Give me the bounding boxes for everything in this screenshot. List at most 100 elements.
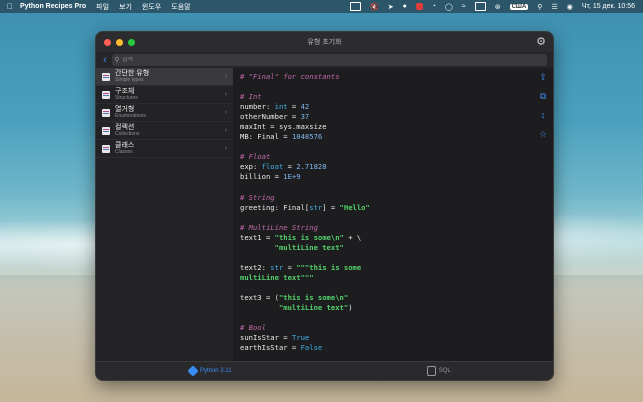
sidebar-item-collections[interactable]: 컬렉션 Collections › <box>96 122 233 140</box>
sidebar-item-structures[interactable]: 구조체 Structures › <box>96 86 233 104</box>
sidebar-item-title: 컬렉션 <box>115 124 135 131</box>
code-token: = <box>283 262 297 272</box>
vpn-icon[interactable]: ◯ <box>445 3 453 11</box>
favorite-star-icon[interactable]: ☆ <box>537 128 549 140</box>
code-line: text3 = ("this is some\n" <box>240 293 533 303</box>
code-line: # MultiLine String <box>240 223 533 233</box>
code-line: otherNumber = 37 <box>240 112 533 122</box>
code-line: # "Final" for constants <box>240 72 533 82</box>
code-line: # Float <box>240 152 533 162</box>
sidebar-item-subtitle: Classes <box>115 149 133 155</box>
sidebar-item-title: 구조체 <box>115 88 135 95</box>
search-icon: ⚲ <box>114 57 120 64</box>
chevron-right-icon: › <box>224 73 227 80</box>
code-line: # Int <box>240 92 533 102</box>
chevron-right-icon: › <box>224 91 227 98</box>
sidebar-item-text: 컬렉션 Collections <box>115 124 139 137</box>
search-row: ‹ ⚲ <box>96 52 553 68</box>
control-center-icon[interactable]: ☰ <box>551 3 557 11</box>
code-token: maxInt = sys.maxsize <box>240 122 327 132</box>
code-token: 2.71828 <box>296 162 327 172</box>
code-token: # Int <box>240 92 262 102</box>
sidebar-item-simple-types[interactable]: 간단한 유형 Simple types › <box>96 68 233 86</box>
sidebar-item-text: 클래스 Classes <box>115 142 134 155</box>
sidebar-item-text: 간단한 유형 Simple types <box>115 70 149 83</box>
telegram-icon[interactable]: ➤ <box>388 3 394 11</box>
search-box[interactable]: ⚲ <box>112 54 547 66</box>
siri-icon[interactable]: ◉ <box>567 3 573 11</box>
input-source-badge[interactable]: США <box>509 3 529 10</box>
code-token: int <box>274 102 288 112</box>
code-token: text1 = <box>240 232 275 242</box>
python-icon <box>187 365 199 377</box>
code-token: 1048576 <box>291 132 323 142</box>
code-token: "multiLine text" <box>278 303 349 313</box>
code-token: = <box>287 102 301 112</box>
bluetooth-icon[interactable]: ⊛ <box>495 3 501 11</box>
title-bar[interactable]: 유형 초기화 ⚙ <box>96 32 553 52</box>
code-token: greeting: Final[ <box>240 202 310 212</box>
tab-sql[interactable]: SQL <box>325 362 554 380</box>
code-token: sunIsStar = <box>240 333 292 343</box>
sidebar-item-title: 간단한 유형 <box>115 70 150 77</box>
app-menu[interactable]: Python Recipes Pro <box>20 3 86 10</box>
sidebar-item-classes[interactable]: 클래스 Classes › <box>96 140 233 158</box>
recipe-icon <box>102 144 110 153</box>
sidebar-item-subtitle: Simple types <box>115 77 144 83</box>
code-line: text2: str = """this is some <box>240 263 533 273</box>
code-token: # String <box>240 192 275 202</box>
code-line: text1 = "this is some\n" + \ <box>240 233 533 243</box>
menu-view[interactable]: 보기 <box>119 2 132 12</box>
battery-icon[interactable] <box>474 2 486 11</box>
code-line: greeting: Final[str] = "Hello" <box>240 203 533 213</box>
code-view[interactable]: # "Final" for constants # Int number: int … <box>233 68 533 362</box>
sidebar-item-text: 구조체 Structures <box>115 88 138 101</box>
status-circle-icon[interactable]: ● <box>403 3 407 10</box>
share-icon[interactable]: ⇧ <box>537 71 549 83</box>
code-token: number: <box>240 102 275 112</box>
apple-menu-icon[interactable]:  <box>0 2 20 11</box>
copy-icon[interactable]: ⧉ <box>537 90 549 102</box>
settings-gear-icon[interactable]: ⚙ <box>535 36 547 48</box>
code-token: multiLine text""" <box>240 272 314 282</box>
menu-file[interactable]: 파일 <box>96 2 109 12</box>
code-line: MB: Final = 1048576 <box>240 132 533 142</box>
mute-icon[interactable]: 🔇 <box>370 3 379 11</box>
sidebar-item-text: 열거형 Enumerations <box>115 106 146 119</box>
text-size-icon[interactable]: ↕ <box>537 109 549 121</box>
code-token: """this is some <box>296 262 362 272</box>
code-token: 1E+9 <box>283 172 301 182</box>
bottom-tab-bar: Python 3.11 SQL <box>96 361 553 380</box>
code-line: multiLine text""" <box>240 273 533 283</box>
code-token: text3 = ( <box>240 293 279 303</box>
code-token: exp: <box>240 162 262 172</box>
code-token: ) <box>348 303 353 313</box>
sidebar-item-enumerations[interactable]: 열거형 Enumerations › <box>96 104 233 122</box>
app-window: 유형 초기화 ⚙ ‹ ⚲ 간단한 유형 Simple types › 구조체 S… <box>95 31 554 381</box>
clock-status-icon[interactable]: ◔ <box>432 3 436 10</box>
clock[interactable]: Чт, 15 дек. 10:56 <box>582 3 635 10</box>
chevron-right-icon: › <box>224 145 227 152</box>
menu-window[interactable]: 윈도우 <box>142 2 161 12</box>
red-app-icon[interactable] <box>415 3 423 10</box>
search-input[interactable] <box>122 57 322 63</box>
code-line: "multiLine text") <box>240 303 533 313</box>
spotlight-icon[interactable]: ⚲ <box>537 3 542 11</box>
tab-python[interactable]: Python 3.11 <box>96 362 325 380</box>
code-token: str <box>270 262 284 272</box>
right-toolbar: ⇧ ⧉ ↕ ☆ <box>533 68 553 362</box>
code-token: # Bool <box>240 323 266 333</box>
code-token: # "Final" for constants <box>240 72 340 81</box>
message-icon[interactable] <box>349 2 361 11</box>
back-chevron-icon[interactable]: ‹ <box>98 54 112 66</box>
recipe-icon <box>102 108 110 117</box>
wifi-icon[interactable]: ≈ <box>462 3 466 10</box>
recipe-icon <box>102 126 110 135</box>
menu-help[interactable]: 도움말 <box>171 2 190 12</box>
code-line: billion = 1E+9 <box>240 172 533 182</box>
